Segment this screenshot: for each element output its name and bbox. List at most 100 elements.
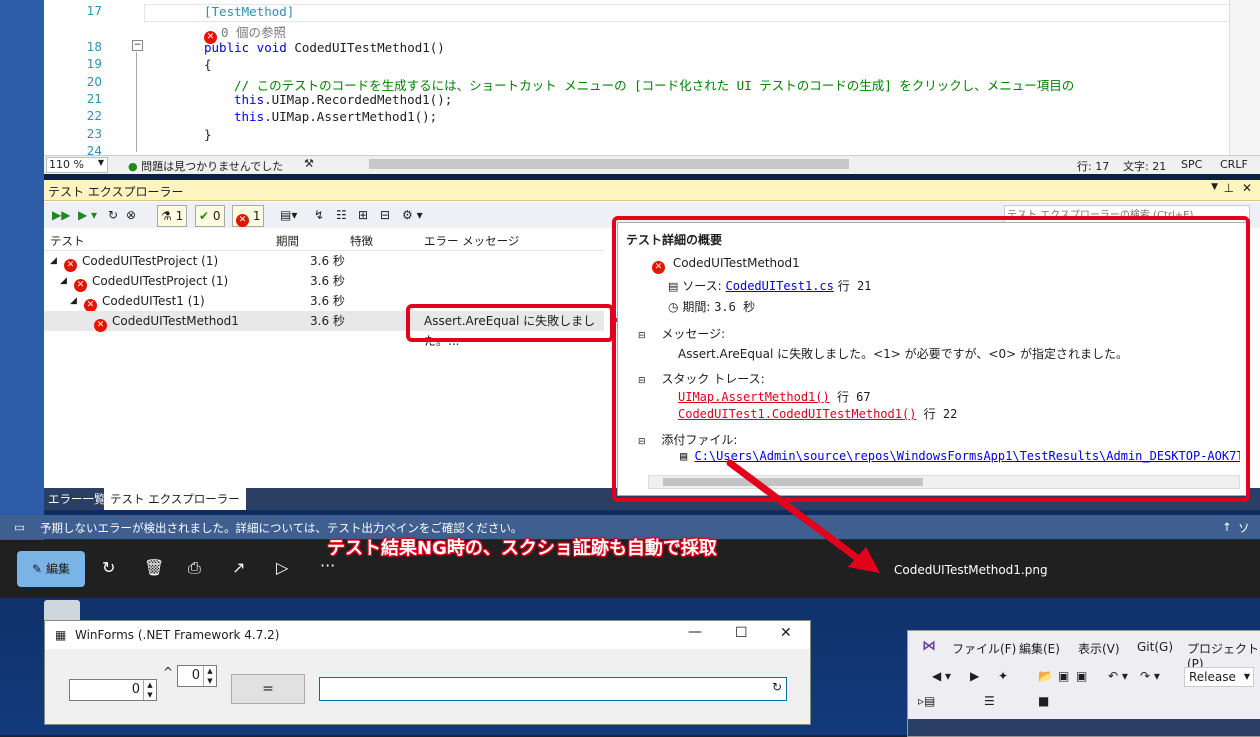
- expand-arrow-icon[interactable]: ◢: [60, 271, 67, 291]
- code-text: .UIMap.AssertMethod1();: [264, 109, 438, 124]
- code-line-attribute: [TestMethod]: [204, 4, 295, 19]
- up-arrow-icon[interactable]: ↑: [1222, 520, 1232, 534]
- rerun-icon[interactable]: ↻: [108, 205, 118, 225]
- forward-icon[interactable]: ▶: [970, 669, 979, 683]
- fail-icon: ✕: [236, 214, 249, 227]
- test-duration: 3.6 秒: [310, 314, 345, 328]
- tab-error-list[interactable]: エラー一覧: [48, 491, 106, 507]
- line-number: 18: [86, 40, 102, 54]
- print-icon[interactable]: ⎙: [188, 558, 201, 578]
- edit-button[interactable]: ✎ 編集: [17, 551, 85, 587]
- photo-filename: CodedUITestMethod1.png: [894, 563, 1048, 577]
- edit-icon: ✎: [32, 562, 43, 576]
- test-list-header: テスト 期間 特徴 エラー メッセージ: [44, 230, 604, 251]
- menu-edit[interactable]: 編集(E): [1019, 640, 1060, 657]
- expand-arrow-icon[interactable]: ◢: [70, 291, 77, 311]
- undo-icon[interactable]: ↶ ▾: [1108, 669, 1128, 683]
- test-name: CodedUITestProject (1): [92, 274, 229, 288]
- playlist-icon[interactable]: ▤▾: [280, 205, 297, 225]
- table-row[interactable]: ◢ ✕ CodedUITestProject (1) 3.6 秒: [44, 271, 604, 292]
- collapse-icon[interactable]: ⊟: [380, 205, 390, 225]
- window-title: WinForms (.NET Framework 4.7.2): [75, 628, 280, 642]
- test-duration: 3.6 秒: [310, 294, 345, 308]
- new-item-icon[interactable]: ✦: [998, 669, 1008, 683]
- equals-button[interactable]: =: [231, 674, 305, 704]
- run-icon[interactable]: ▶ ▾: [78, 205, 97, 225]
- comment-lines-icon[interactable]: ☰: [984, 694, 995, 708]
- column-duration[interactable]: 期間: [276, 233, 299, 249]
- save-all-icon[interactable]: ▣: [1076, 669, 1087, 683]
- back-icon[interactable]: ◀ ▾: [932, 669, 951, 683]
- passed-count: 0: [212, 209, 221, 223]
- format-icon[interactable]: ▹▤: [918, 694, 935, 708]
- close-icon[interactable]: ✕: [780, 625, 792, 641]
- code-editor[interactable]: 17 18 19 20 21 22 23 24 − [TestMethod] ✕…: [44, 0, 1260, 158]
- close-icon[interactable]: ✕: [1242, 181, 1252, 195]
- bookmark-icon[interactable]: ■: [1038, 694, 1049, 708]
- trash-icon[interactable]: 🗑: [144, 558, 164, 577]
- number-input-2[interactable]: 0 ▲ ▼: [177, 665, 217, 687]
- column-test[interactable]: テスト: [50, 233, 85, 249]
- number-value: 0: [191, 668, 200, 683]
- dropdown-icon[interactable]: ▼: [1211, 182, 1218, 192]
- cursor-icon: ↻: [771, 680, 782, 694]
- failed-count-filter[interactable]: ✕ 1: [232, 205, 265, 227]
- column-traits[interactable]: 特徴: [350, 233, 373, 249]
- horizontal-scrollbar[interactable]: [369, 159, 849, 169]
- fail-icon: ✕: [94, 311, 107, 332]
- maximize-icon[interactable]: ☐: [735, 625, 748, 641]
- redo-icon[interactable]: ↷ ▾: [1140, 669, 1160, 683]
- code-line-brace-close: }: [204, 127, 212, 142]
- expand-icon[interactable]: ⊞: [358, 205, 368, 225]
- result-field[interactable]: ↻: [319, 677, 787, 701]
- run-live-icon[interactable]: ↯: [314, 205, 324, 225]
- table-row[interactable]: ◢ ✕ CodedUITestProject (1) 3.6 秒: [44, 251, 604, 272]
- highlight-frame-detail: [612, 216, 1250, 502]
- winforms-titlebar: ▦ WinForms (.NET Framework 4.7.2) — ☐ ✕: [45, 621, 810, 649]
- spinner-icon[interactable]: ▲ ▼: [203, 666, 216, 686]
- spinner-icon[interactable]: ▲ ▼: [143, 680, 156, 700]
- pin-icon[interactable]: ⊥: [1224, 181, 1234, 195]
- total-count-filter[interactable]: ⚗ 1: [157, 205, 188, 227]
- open-icon[interactable]: 📂: [1038, 669, 1053, 683]
- tab-test-explorer[interactable]: テスト エクスプローラー: [104, 488, 246, 510]
- number-input-1[interactable]: 0 ▲ ▼: [69, 679, 157, 701]
- group-icon[interactable]: ☷: [336, 205, 347, 225]
- save-icon[interactable]: ▣: [1058, 669, 1069, 683]
- test-duration: 3.6 秒: [310, 254, 345, 268]
- whitespace-indicator[interactable]: SPC: [1181, 158, 1202, 171]
- line-number: 17: [86, 4, 102, 18]
- collapse-toggle-icon[interactable]: −: [132, 40, 143, 51]
- menu-view[interactable]: 表示(V): [1078, 640, 1120, 657]
- recycle-bin-icon[interactable]: [44, 600, 80, 622]
- highlight-frame-error: [406, 304, 614, 342]
- code-text: .UIMap.RecordedMethod1();: [264, 92, 453, 107]
- run-all-icon[interactable]: ▶▶: [52, 205, 70, 225]
- check-icon: ●: [128, 160, 138, 173]
- brush-icon[interactable]: ⚒: [304, 157, 314, 170]
- slideshow-icon[interactable]: ▷: [276, 558, 288, 577]
- share-icon[interactable]: ↗: [232, 558, 245, 577]
- menu-git[interactable]: Git(G): [1137, 640, 1173, 654]
- test-duration: 3.6 秒: [310, 274, 345, 288]
- expand-arrow-icon[interactable]: ◢: [50, 251, 57, 271]
- line-ending-indicator[interactable]: CRLF: [1220, 158, 1248, 171]
- reference-count: 0 個の参照: [220, 25, 287, 40]
- column-error-message[interactable]: エラー メッセージ: [424, 233, 519, 249]
- menu-file[interactable]: ファイル(F): [952, 640, 1016, 657]
- number-value: 0: [131, 682, 140, 697]
- outline-line: [136, 52, 137, 152]
- passed-count-filter[interactable]: ✔ 0: [195, 205, 225, 227]
- left-window-edge: [0, 0, 44, 545]
- configuration-dropdown[interactable]: Release ▼: [1184, 667, 1254, 687]
- rotate-icon[interactable]: ↻: [102, 558, 115, 577]
- zoom-dropdown[interactable]: 110 % ▼: [46, 157, 108, 173]
- issues-indicator[interactable]: ● 問題は見つかりませんでした: [128, 158, 283, 174]
- settings-gear-icon[interactable]: ⚙ ▾: [402, 205, 423, 225]
- app-icon: ▦: [55, 628, 67, 642]
- code-line-assert: this.UIMap.AssertMethod1();: [234, 109, 437, 124]
- document-tab-strip: [908, 719, 1260, 736]
- minimize-icon[interactable]: —: [688, 624, 702, 640]
- cancel-icon[interactable]: ⊗: [126, 205, 136, 225]
- editor-vertical-scrollbar[interactable]: [1229, 0, 1260, 155]
